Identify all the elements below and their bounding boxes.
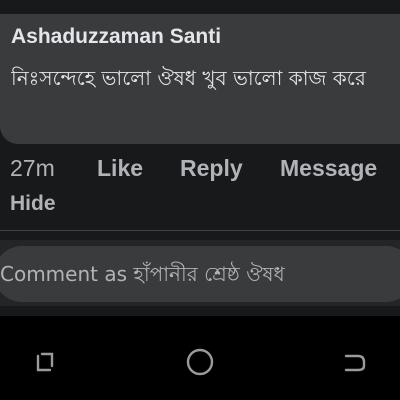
back-button[interactable] <box>334 342 374 382</box>
comment-composer <box>0 240 400 306</box>
hide-button[interactable]: Hide <box>10 192 56 216</box>
message-button[interactable]: Message <box>280 155 377 182</box>
comment-text: নিঃসন্দেহে ভালো ঔষধ খুব ভালো কাজ করে <box>11 66 366 90</box>
system-navigation-bar <box>0 316 400 400</box>
recent-apps-button[interactable] <box>24 342 64 382</box>
like-button[interactable]: Like <box>97 155 143 182</box>
comment-timestamp[interactable]: 27m <box>10 155 55 182</box>
back-icon <box>334 342 374 382</box>
recent-apps-icon <box>24 342 64 382</box>
divider <box>0 230 400 231</box>
reply-button[interactable]: Reply <box>180 155 243 182</box>
comment-input[interactable] <box>0 246 400 302</box>
home-icon <box>180 342 220 382</box>
comment-author[interactable]: Ashaduzzaman Santi <box>11 25 221 49</box>
home-button[interactable] <box>180 342 220 382</box>
